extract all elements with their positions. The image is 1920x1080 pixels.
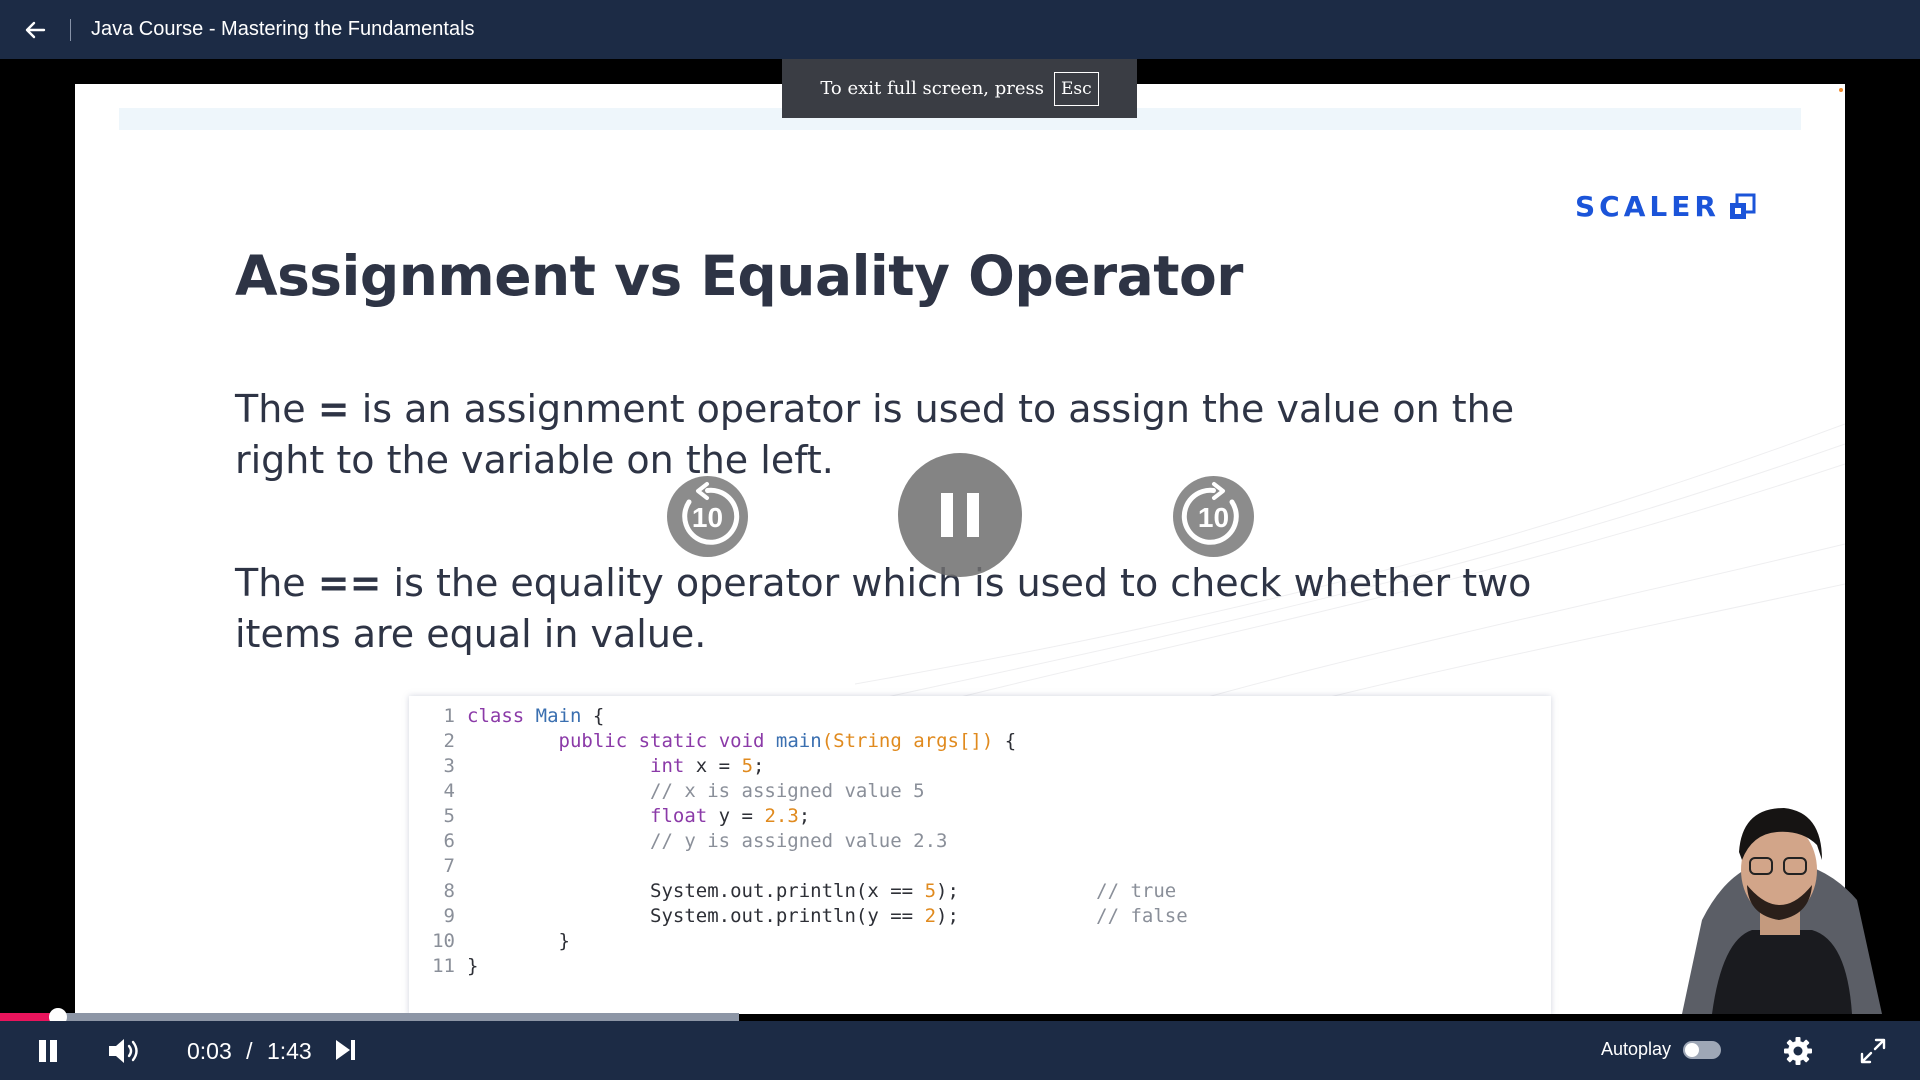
gear-icon (1784, 1037, 1812, 1065)
forward-10-label: 10 (1198, 502, 1229, 533)
para2-after: is the equality operator which is used t… (235, 561, 1532, 656)
autoplay-toggle-knob (1685, 1043, 1699, 1057)
back-button[interactable] (0, 0, 70, 59)
code-text: class Main { (467, 705, 605, 727)
slide-title: Assignment vs Equality Operator (235, 244, 1243, 308)
code-text: public static void main(String args[]) { (558, 730, 1017, 752)
top-bar: Java Course - Mastering the Fundamentals (0, 0, 1920, 59)
code-text: } (467, 930, 570, 952)
equality-paragraph: The == is the equality operator which is… (235, 558, 1535, 660)
volume-icon (109, 1039, 138, 1063)
pause-icon (941, 493, 979, 537)
para1-before: The (235, 387, 318, 431)
rewind-10-icon: 10 (682, 482, 740, 545)
play-pause-button[interactable] (30, 1033, 66, 1069)
forward-10-icon: 10 (1181, 482, 1239, 545)
presenter-webcam (1682, 808, 1882, 1014)
code-line: 7 (409, 854, 1551, 879)
code-line: 2 public static void main(String args[])… (409, 729, 1551, 754)
autoplay-toggle[interactable] (1683, 1041, 1721, 1059)
code-text: System.out.println(y == 2); // false (467, 905, 1188, 927)
line-number: 3 (443, 755, 455, 777)
code-line: 9 System.out.println(y == 2); // false (409, 904, 1551, 929)
forward-10-button[interactable]: 10 (1173, 476, 1254, 557)
code-line: 1 class Main { (409, 704, 1551, 729)
duration: 1:43 (266, 1038, 312, 1064)
code-line: 11} (409, 954, 1551, 979)
code-line: 6 // y is assigned value 2.3 (409, 829, 1551, 854)
code-text: } (467, 955, 479, 977)
line-number: 7 (443, 855, 455, 877)
exit-fullscreen-banner: To exit full screen, press Esc (782, 59, 1137, 118)
video-player-app: Java Course - Mastering the Fundamentals… (0, 0, 1920, 1080)
scaler-logo-text: SCALER (1575, 190, 1720, 223)
expand-icon (1860, 1038, 1886, 1064)
code-text: float y = 2.3; (650, 805, 811, 827)
rewind-10-button[interactable]: 10 (667, 476, 748, 557)
exit-fullscreen-text: To exit full screen, press (820, 78, 1045, 99)
para2-before: The (235, 561, 318, 605)
time-display: 0:03 / 1:43 (187, 1038, 312, 1065)
code-line: 8 System.out.println(x == 5); // true (409, 879, 1551, 904)
line-number: 10 (432, 930, 455, 952)
center-pause-button[interactable] (898, 453, 1022, 577)
next-button[interactable] (330, 1035, 360, 1065)
line-number: 1 (443, 705, 455, 727)
code-text: int x = 5; (650, 755, 765, 777)
esc-key-hint: Esc (1054, 71, 1099, 106)
volume-button[interactable] (104, 1033, 144, 1069)
autoplay-label: Autoplay (1601, 1039, 1672, 1059)
title-separator (70, 18, 71, 41)
code-line: 3 int x = 5; (409, 754, 1551, 779)
arrow-left-icon (25, 21, 46, 38)
current-time: 0:03 (187, 1038, 232, 1064)
scaler-logo-icon (1729, 193, 1756, 219)
code-line: 5 float y = 2.3; (409, 804, 1551, 829)
assignment-operator: = (317, 387, 350, 431)
progress-buffered[interactable] (0, 1013, 740, 1021)
scaler-logo: SCALER (1575, 190, 1756, 223)
skip-next-icon (336, 1040, 355, 1060)
para1-after: is an assignment operator is used to ass… (235, 387, 1515, 482)
code-text: System.out.println(x == 5); // true (467, 880, 1177, 902)
settings-button[interactable] (1780, 1033, 1816, 1069)
line-number: 8 (443, 880, 455, 902)
code-block: 1 class Main { 2 public static void main(… (409, 696, 1551, 1014)
line-number: 2 (443, 730, 455, 752)
time-separator: / (246, 1038, 253, 1064)
line-number: 11 (432, 955, 455, 977)
code-text: // y is assigned value 2.3 (650, 830, 948, 852)
code-text: // x is assigned value 5 (650, 780, 925, 802)
slide-corner-dot (1839, 88, 1843, 92)
fullscreen-button[interactable] (1855, 1033, 1891, 1069)
line-number: 4 (443, 780, 455, 802)
pause-icon (39, 1040, 57, 1062)
rewind-10-label: 10 (692, 502, 723, 533)
code-line: 10 } (409, 929, 1551, 954)
line-number: 9 (443, 905, 455, 927)
assignment-paragraph: The = is an assignment operator is used … (235, 384, 1535, 486)
equality-operator: == (317, 561, 382, 605)
line-number: 6 (443, 830, 455, 852)
code-line: 4 // x is assigned value 5 (409, 779, 1551, 804)
course-title: Java Course - Mastering the Fundamentals (91, 18, 475, 40)
line-number: 5 (443, 805, 455, 827)
